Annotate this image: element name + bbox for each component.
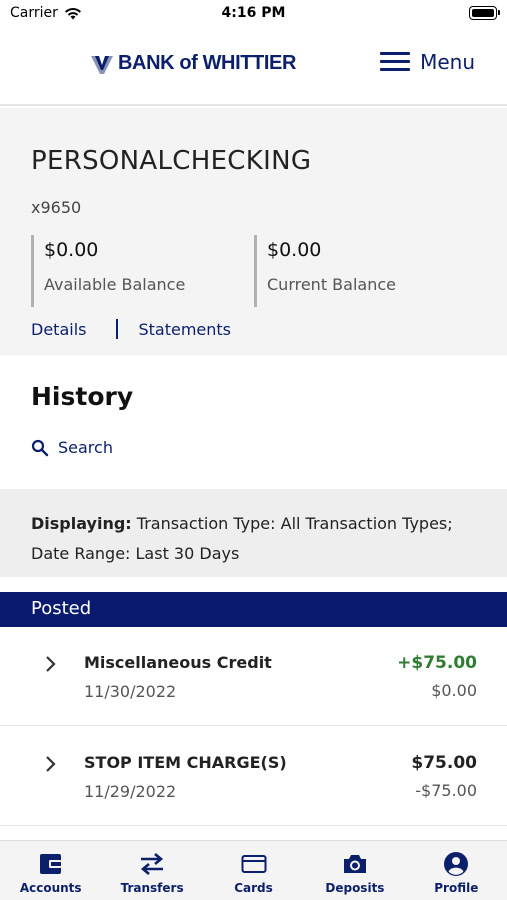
account-number: x9650 [31, 198, 82, 217]
transfer-arrows-icon [141, 853, 164, 875]
app-header: BANK of WHITTIER Menu [0, 30, 507, 106]
transaction-row[interactable]: Miscellaneous Credit 11/30/2022 +$75.00 … [0, 627, 507, 726]
transaction-date: 11/29/2022 [84, 782, 177, 801]
tab-profile-label: Profile [434, 881, 479, 895]
available-balance-amount: $0.00 [44, 239, 99, 261]
bank-logo[interactable]: BANK of WHITTIER [90, 52, 296, 75]
tab-accounts-label: Accounts [19, 881, 82, 895]
status-time: 4:16 PM [221, 5, 286, 21]
camera-icon [343, 855, 366, 873]
logo-text: BANK of WHITTIER [118, 52, 297, 74]
battery-icon [469, 6, 500, 20]
bottom-tab-bar: Accounts Transfers Cards Deposits Profil… [0, 840, 507, 900]
posted-section-header: Posted [0, 592, 507, 627]
tab-cards[interactable]: Cards [203, 841, 304, 900]
search-label: Search [58, 438, 113, 457]
available-balance-label: Available Balance [44, 275, 186, 294]
transaction-row[interactable]: STOP ITEM CHARGE(S) 11/29/2022 $75.00 -$… [0, 727, 507, 826]
current-balance-label: Current Balance [267, 275, 396, 294]
menu-label: Menu [420, 50, 475, 74]
transaction-name: STOP ITEM CHARGE(S) [84, 753, 287, 772]
available-balance: $0.00 Available Balance [31, 235, 185, 307]
filter-type: Transaction Type: All Transaction Types; [131, 514, 453, 533]
menu-button[interactable]: Menu [380, 50, 475, 74]
history-title: History [31, 382, 134, 411]
transaction-date: 11/30/2022 [84, 682, 177, 701]
filter-prefix: Displaying: [31, 514, 132, 533]
filter-line-type: Displaying: Transaction Type: All Transa… [31, 509, 476, 539]
transaction-running-balance: $0.00 [431, 681, 477, 700]
card-icon [241, 855, 267, 873]
tab-profile[interactable]: Profile [406, 841, 507, 900]
tab-transfers[interactable]: Transfers [101, 841, 202, 900]
tab-cards-label: Cards [234, 881, 273, 895]
hamburger-icon [380, 51, 412, 73]
status-bar: Carrier 4:16 PM [0, 0, 507, 30]
tab-transfers-label: Transfers [120, 881, 184, 895]
tab-deposits-label: Deposits [325, 881, 385, 895]
search-button[interactable]: Search [31, 438, 113, 457]
transaction-amount: +$75.00 [397, 653, 477, 673]
filter-summary: Displaying: Transaction Type: All Transa… [0, 489, 507, 577]
account-links: Details Statements [31, 319, 231, 339]
details-link[interactable]: Details [31, 320, 86, 339]
transaction-running-balance: -$75.00 [415, 781, 477, 800]
transaction-name: Miscellaneous Credit [84, 653, 272, 672]
account-summary-card: PERSONALCHECKING x9650 $0.00 Available B… [0, 108, 507, 355]
search-icon [31, 439, 49, 456]
chevron-right-icon [46, 656, 56, 672]
account-name: PERSONALCHECKING [31, 146, 312, 176]
current-balance: $0.00 Current Balance [254, 235, 396, 307]
link-divider [116, 319, 119, 339]
transaction-amount: $75.00 [411, 753, 477, 773]
current-balance-amount: $0.00 [267, 239, 322, 261]
statements-link[interactable]: Statements [138, 320, 231, 339]
chevron-right-icon [46, 756, 56, 772]
logo-mark-icon [91, 55, 113, 74]
filter-range: Date Range: Last 30 Days [31, 544, 240, 563]
tab-deposits[interactable]: Deposits [304, 841, 405, 900]
wallet-icon [39, 854, 61, 874]
profile-icon [444, 852, 469, 876]
tab-accounts[interactable]: Accounts [0, 841, 101, 900]
